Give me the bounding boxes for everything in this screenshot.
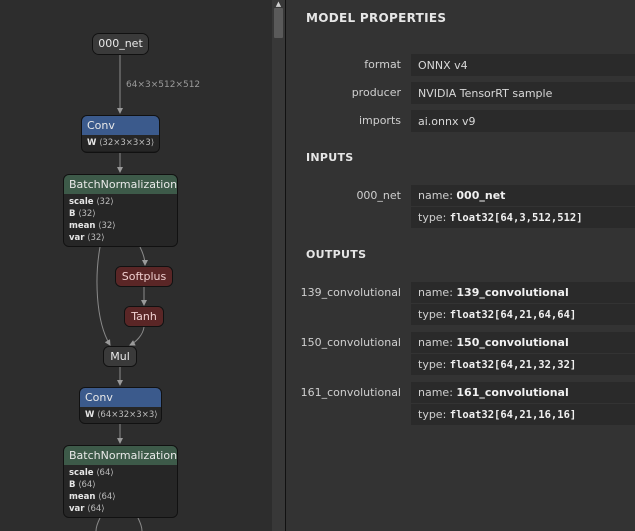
- property-label-imports: imports: [358, 114, 401, 127]
- node-attribute: var ⟨32⟩: [69, 233, 105, 243]
- input-type[interactable]: type: float32[64,3,512,512]: [411, 207, 635, 229]
- output-name[interactable]: name: 150_convolutional: [411, 332, 635, 354]
- output-name[interactable]: name: 139_convolutional: [411, 282, 635, 304]
- edge-bn2-out-right: [137, 517, 143, 531]
- node-attribute: scale ⟨64⟩: [69, 468, 114, 478]
- output-label: 150_convolutional: [300, 336, 401, 349]
- edge-tanh-mul: [129, 326, 145, 346]
- outputs-heading: OUTPUTS: [306, 248, 367, 261]
- node-attributes: W ⟨64×32×3×3⟩: [80, 407, 161, 423]
- inputs-heading: INPUTS: [306, 151, 354, 164]
- property-value-producer[interactable]: NVIDIA TensorRT sample: [411, 82, 635, 105]
- node-attribute: B ⟨32⟩: [69, 209, 96, 219]
- node-attributes: W ⟨32×3×3×3⟩: [82, 135, 159, 151]
- edge-bn1-softplus: [139, 246, 148, 266]
- graph-canvas[interactable]: 64×3×512×512 000_net Conv W ⟨32×3×3×3⟩ B…: [0, 0, 272, 531]
- node-label: Conv: [82, 116, 159, 135]
- panel-title: MODEL PROPERTIES: [306, 11, 447, 25]
- node-label: 000_net: [93, 34, 148, 54]
- model-properties-panel: MODEL PROPERTIES format ONNX v4 producer…: [286, 0, 635, 531]
- node-attributes: scale ⟨32⟩ B ⟨32⟩ mean ⟨32⟩ var ⟨32⟩: [64, 194, 177, 246]
- node-attribute: scale ⟨32⟩: [69, 197, 114, 207]
- input-label: 000_net: [356, 189, 401, 202]
- node-tanh[interactable]: Tanh: [124, 306, 164, 327]
- node-attribute: var ⟨64⟩: [69, 504, 105, 514]
- node-label: Mul: [104, 347, 136, 366]
- node-label: BatchNormalization: [64, 175, 177, 194]
- node-label: Conv: [80, 388, 161, 407]
- scroll-up-arrow-icon[interactable]: ▲: [272, 0, 285, 8]
- output-type[interactable]: type: float32[64,21,16,16]: [411, 404, 635, 426]
- scroll-thumb[interactable]: [274, 8, 283, 38]
- node-batchnorm-1[interactable]: BatchNormalization scale ⟨32⟩ B ⟨32⟩ mea…: [63, 174, 178, 247]
- node-attribute: W ⟨32×3×3×3⟩: [87, 138, 155, 148]
- vertical-scrollbar[interactable]: ▲: [272, 0, 285, 531]
- property-value-format[interactable]: ONNX v4: [411, 54, 635, 77]
- node-attribute: W ⟨64×32×3×3⟩: [85, 410, 158, 420]
- node-input-000-net[interactable]: 000_net: [92, 33, 149, 55]
- node-attribute: B ⟨64⟩: [69, 480, 96, 490]
- node-attribute: mean ⟨64⟩: [69, 492, 116, 502]
- edge-bn2-out-left: [95, 517, 101, 531]
- node-label: Tanh: [125, 307, 163, 326]
- output-label: 139_convolutional: [300, 286, 401, 299]
- node-conv-2[interactable]: Conv W ⟨64×32×3×3⟩: [79, 387, 162, 424]
- node-softplus[interactable]: Softplus: [115, 266, 173, 287]
- property-value-imports[interactable]: ai.onnx v9: [411, 110, 635, 133]
- input-name[interactable]: name: 000_net: [411, 185, 635, 207]
- node-label: BatchNormalization: [64, 446, 177, 465]
- node-batchnorm-2[interactable]: BatchNormalization scale ⟨64⟩ B ⟨64⟩ mea…: [63, 445, 178, 518]
- output-type[interactable]: type: float32[64,21,32,32]: [411, 354, 635, 376]
- node-attribute: mean ⟨32⟩: [69, 221, 116, 231]
- property-label-format: format: [364, 58, 401, 71]
- node-conv-1[interactable]: Conv W ⟨32×3×3×3⟩: [81, 115, 160, 153]
- node-mul[interactable]: Mul: [103, 346, 137, 367]
- output-label: 161_convolutional: [300, 386, 401, 399]
- output-type[interactable]: type: float32[64,21,64,64]: [411, 304, 635, 326]
- node-attributes: scale ⟨64⟩ B ⟨64⟩ mean ⟨64⟩ var ⟨64⟩: [64, 465, 177, 517]
- output-name[interactable]: name: 161_convolutional: [411, 382, 635, 404]
- edge-shape-label: 64×3×512×512: [126, 80, 201, 90]
- node-label: Softplus: [116, 267, 172, 286]
- property-label-producer: producer: [351, 86, 401, 99]
- edge-bn1-mul: [96, 246, 111, 346]
